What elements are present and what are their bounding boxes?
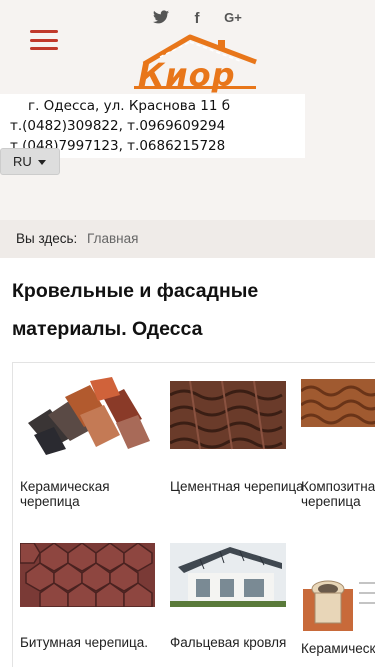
language-label: RU bbox=[13, 154, 32, 169]
composite-tile-image[interactable] bbox=[301, 375, 375, 457]
product-card[interactable]: Керамические bbox=[301, 573, 375, 656]
page-title: Кровельные и фасадные материалы. Одесса bbox=[12, 280, 259, 340]
product-label[interactable]: Керамическая черепица bbox=[20, 479, 160, 509]
cement-tile-image[interactable] bbox=[170, 375, 305, 457]
product-label[interactable]: Композитная черепица bbox=[301, 479, 375, 509]
social-links: f G+ bbox=[143, 10, 251, 28]
ceramic-tile-image[interactable] bbox=[20, 375, 155, 457]
product-card[interactable]: Керамическая черепица bbox=[20, 375, 160, 509]
product-label[interactable]: Фальцевая кровля bbox=[170, 635, 310, 650]
product-label[interactable]: Битумная черепица. bbox=[20, 635, 160, 650]
bitumen-tile-image[interactable] bbox=[20, 543, 155, 625]
address: г. Одесса, ул. Краснова 11 б bbox=[28, 98, 231, 114]
product-card[interactable]: Цементная черепица bbox=[170, 375, 310, 494]
phones-line-1: т.(0482)309822, т.0969609294 bbox=[10, 118, 226, 134]
main-content: Кровельные и фасадные материалы. Одесса … bbox=[0, 258, 375, 667]
language-selector[interactable]: RU bbox=[0, 148, 60, 175]
seam-roof-image[interactable] bbox=[170, 543, 305, 625]
product-card[interactable]: Композитная черепица bbox=[301, 375, 375, 509]
facebook-icon[interactable]: f bbox=[179, 10, 215, 28]
breadcrumb-home-link[interactable]: Главная bbox=[87, 231, 138, 246]
menu-icon[interactable] bbox=[30, 30, 58, 50]
product-card[interactable]: Битумная черепица. bbox=[20, 543, 160, 650]
ceramic-chimney-image[interactable] bbox=[301, 573, 375, 631]
chevron-down-icon bbox=[37, 160, 46, 166]
breadcrumb-prefix: Вы здесь: bbox=[16, 231, 78, 246]
logo[interactable]: Киор bbox=[130, 34, 260, 94]
breadcrumb: Вы здесь: Главная bbox=[0, 220, 375, 258]
google-plus-icon[interactable]: G+ bbox=[215, 10, 251, 28]
site-header: f G+ Киор г. Одесса, ул. Краснова 11 б т… bbox=[0, 0, 375, 178]
product-grid: Керамическая черепица Цементная черепица… bbox=[12, 362, 375, 667]
twitter-icon[interactable] bbox=[143, 10, 179, 28]
product-card[interactable]: Фальцевая кровля bbox=[170, 543, 310, 650]
product-label[interactable]: Цементная черепица bbox=[170, 479, 310, 494]
product-label[interactable]: Керамические bbox=[301, 641, 375, 656]
